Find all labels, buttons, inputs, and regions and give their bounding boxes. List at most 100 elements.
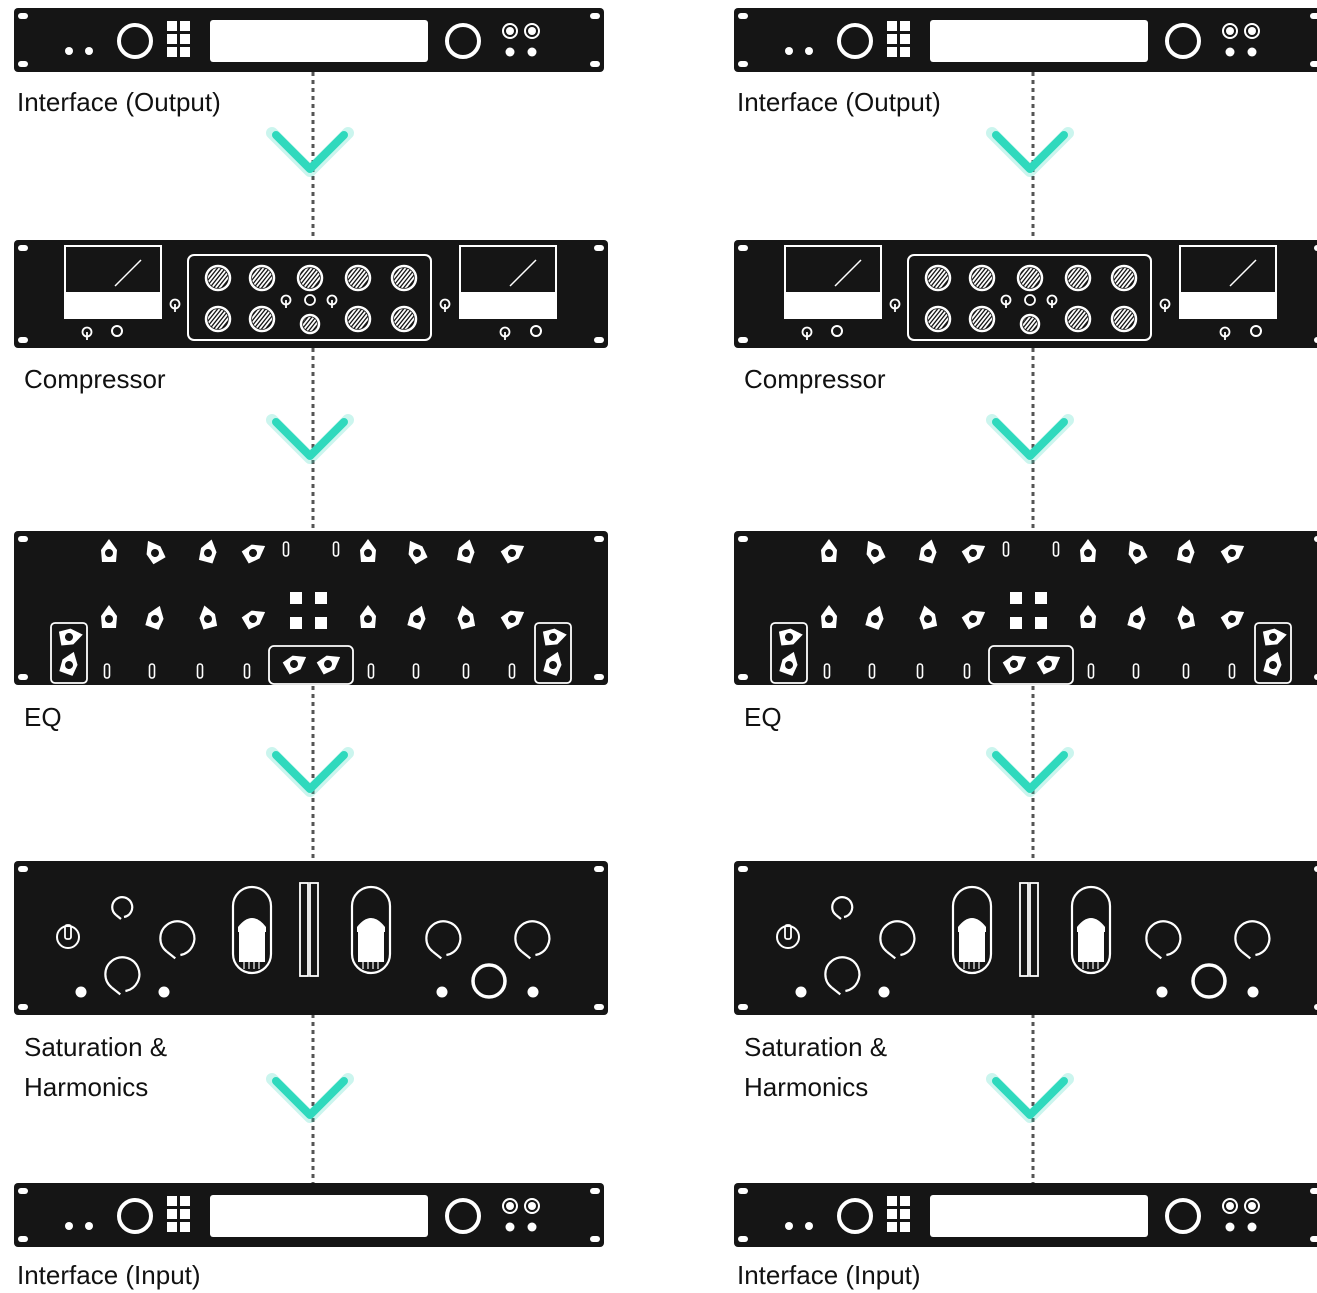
label-interface-input: Interface (Input) (737, 1260, 921, 1290)
rack-ear-slot (1310, 13, 1317, 19)
jack-center (506, 1202, 514, 1210)
knob-center (364, 549, 372, 557)
knob-center (825, 615, 833, 623)
rack-ear-slot (1310, 1236, 1317, 1242)
grid-pad (167, 1209, 177, 1219)
led-dot (785, 1222, 793, 1230)
label-interface-input: Interface (Input) (17, 1260, 201, 1290)
vu-meter-scale (1181, 292, 1275, 317)
grid-pad (180, 34, 190, 44)
grid-pad (180, 1209, 190, 1219)
grid-pad (290, 617, 302, 629)
rack-ear-slot (18, 337, 28, 343)
label-saturation-line1: Saturation & (24, 1032, 168, 1062)
rack-ear-slot (594, 536, 604, 542)
diagram-canvas (14, 8, 1317, 1247)
grid-pad (167, 1196, 177, 1206)
led-dot (785, 47, 793, 55)
grid-pad (180, 47, 190, 57)
grid-pad (887, 1222, 897, 1232)
knob-center (1084, 549, 1092, 557)
grid-pad (315, 617, 327, 629)
rack-ear-slot (594, 337, 604, 343)
compressor-unit (734, 240, 1317, 348)
rack-panel (734, 861, 1317, 1015)
grid-pad (167, 47, 177, 57)
jack-center (528, 1202, 536, 1210)
jack-center (1226, 27, 1234, 35)
knob-center (105, 615, 113, 623)
label-saturation-line2: Harmonics (24, 1072, 149, 1102)
grid-pad (900, 1196, 910, 1206)
audio-interface-unit (734, 1183, 1317, 1247)
label-compressor: Compressor (744, 364, 886, 394)
rack-ear-slot (18, 1004, 28, 1010)
led-dot (85, 1222, 93, 1230)
grid-pad (887, 34, 897, 44)
label-interface-output: Interface (Output) (17, 87, 221, 117)
tube-body (358, 932, 384, 962)
grid-pad (167, 21, 177, 31)
grid-pad (900, 47, 910, 57)
rack-ear-slot (18, 13, 28, 19)
led-dot (158, 986, 170, 998)
label-eq: EQ (24, 702, 62, 732)
grid-pad (900, 1209, 910, 1219)
rack-ear-slot (590, 1188, 600, 1194)
knob-center (105, 549, 113, 557)
led-dot (85, 47, 93, 55)
audio-interface-unit (14, 1183, 604, 1247)
rack-ear-slot (738, 337, 748, 343)
jack-center (1248, 27, 1256, 35)
rack-ear-slot (590, 61, 600, 67)
led-dot (1225, 47, 1235, 57)
rack-ear-slot (18, 245, 28, 251)
compressor-unit (14, 240, 608, 348)
grid-pad (167, 1222, 177, 1232)
grid-pad (180, 1222, 190, 1232)
display-screen (930, 1195, 1148, 1237)
eq-unit (14, 531, 608, 685)
knob-center (364, 615, 372, 623)
label-compressor: Compressor (24, 364, 166, 394)
vu-meter-scale (66, 292, 160, 317)
grid-pad (887, 1196, 897, 1206)
grid-pad (180, 21, 190, 31)
signal-chain-diagram: Interface (Output) Compressor EQ Saturat… (0, 0, 1317, 1293)
jack-center (506, 27, 514, 35)
grid-pad (887, 21, 897, 31)
display-screen (930, 20, 1148, 62)
grid-pad (900, 1222, 910, 1232)
led-dot (1247, 1222, 1257, 1232)
grid-pad (1010, 592, 1022, 604)
rack-ear-slot (738, 674, 748, 680)
rack-panel (14, 861, 608, 1015)
audio-interface-unit (734, 8, 1317, 72)
knob-center (1084, 615, 1092, 623)
led-dot (527, 1222, 537, 1232)
led-dot (527, 47, 537, 57)
rack-ear-slot (738, 866, 748, 872)
label-saturation-line1: Saturation & (744, 1032, 888, 1062)
rack-ear-slot (18, 1188, 28, 1194)
grid-pad (900, 34, 910, 44)
led-dot (795, 986, 807, 998)
rack-ear-slot (738, 536, 748, 542)
grid-pad (180, 1196, 190, 1206)
rack-ear-slot (18, 674, 28, 680)
led-dot (527, 986, 539, 998)
rack-ear-slot (738, 1004, 748, 1010)
rack-ear-slot (738, 1236, 748, 1242)
rack-ear-slot (738, 245, 748, 251)
led-dot (878, 986, 890, 998)
saturation-unit (14, 861, 608, 1015)
rack-ear-slot (18, 536, 28, 542)
grid-pad (900, 21, 910, 31)
rack-ear-slot (18, 61, 28, 67)
display-screen (210, 20, 428, 62)
rack-ear-slot (738, 1188, 748, 1194)
label-eq: EQ (744, 702, 782, 732)
led-dot (505, 47, 515, 57)
jack-center (1248, 1202, 1256, 1210)
led-dot (65, 47, 73, 55)
